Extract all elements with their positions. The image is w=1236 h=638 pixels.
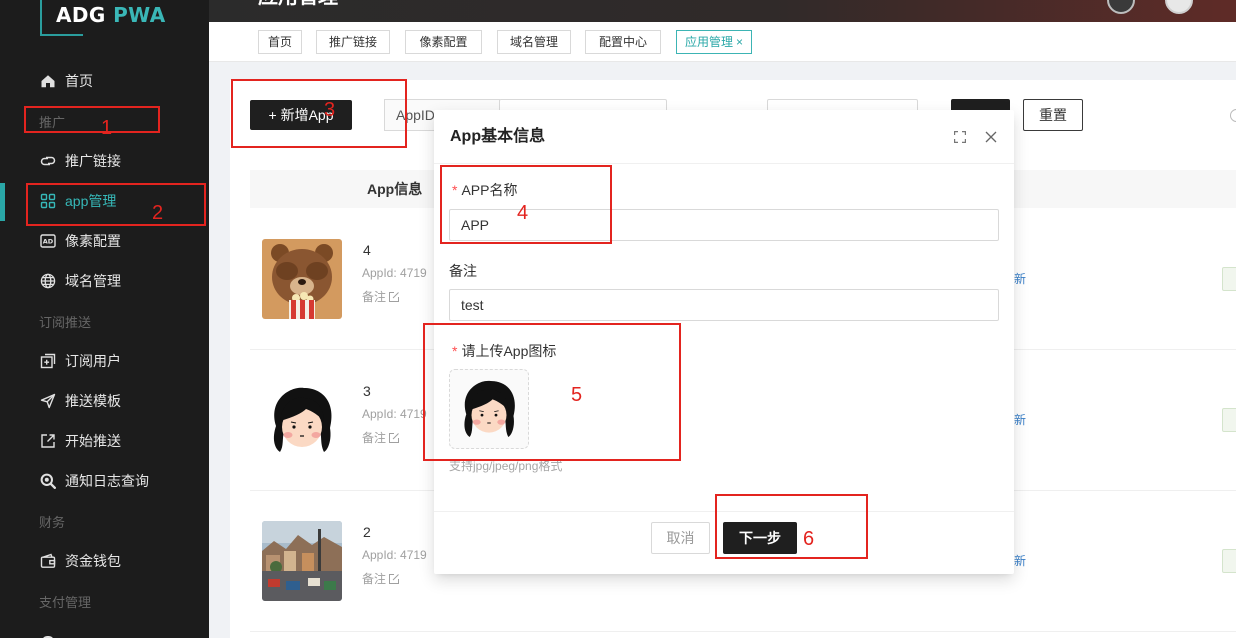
open-external-icon [40,433,56,449]
annotation-number-4: 4 [517,202,529,224]
sidebar-section-subscription: 订阅推送 [39,314,92,330]
add-square-icon [40,353,56,369]
app-remark[interactable]: 备注 [362,289,400,305]
sidebar-item-label: 通知日志查询 [65,473,149,489]
globe-icon [40,273,56,289]
edit-icon[interactable] [388,291,400,303]
home-icon [40,73,56,89]
sidebar-item-partial[interactable] [0,621,209,638]
sidebar-item-subscribers[interactable]: 订阅用户 [0,341,209,381]
annotation-box-1 [24,106,160,133]
avatar[interactable] [1165,0,1193,14]
svg-text:AD: AD [43,238,54,246]
annotation-box-2 [26,183,206,226]
sidebar-item-label: 开始推送 [65,433,121,449]
sidebar-item-wallet[interactable]: 资金钱包 [0,541,209,581]
status-tag [1222,549,1236,573]
remark-field-label: 备注 [449,263,477,279]
tab-config-center[interactable]: 配置中心 [585,30,661,54]
remark-label: 备注 [362,431,387,445]
tab-label: 应用管理 [684,35,733,49]
sidebar-item-label: 资金钱包 [65,553,121,569]
logo-part-adg: ADG [56,3,106,27]
edit-icon[interactable] [388,432,400,444]
sidebar-item-push-templates[interactable]: 推送模板 [0,381,209,421]
link-icon [40,153,56,169]
logo-part-pwa: PWA [113,3,166,27]
tab-app-management[interactable]: 应用管理 × [676,30,752,54]
edit-icon[interactable] [388,573,400,585]
fullscreen-icon[interactable] [954,131,966,143]
send-icon [40,393,56,409]
wallet-icon [40,553,56,569]
sidebar-section-finance: 财务 [39,514,66,530]
app-remark[interactable]: 备注 [362,430,400,446]
column-app-info: App信息 [367,181,423,197]
update-link[interactable]: 新 [1014,271,1026,287]
annotation-number-3: 3 [324,99,336,121]
remark-field[interactable] [449,289,999,321]
sidebar-item-label: 推送模板 [65,393,121,409]
sidebar-item-start-push[interactable]: 开始推送 [0,421,209,461]
sidebar-item-label: 推广链接 [65,153,121,169]
top-header: 应用管理 [209,0,1236,22]
annotation-number-5: 5 [571,384,583,406]
cancel-button[interactable]: 取消 [651,522,710,554]
update-link[interactable]: 新 [1014,553,1026,569]
header-search-icon[interactable] [1107,0,1135,14]
refresh-icon[interactable] [1230,109,1236,122]
tab-pixel-config[interactable]: 像素配置 [405,30,482,54]
app-icon-girl [262,380,342,460]
tab-close-icon[interactable]: × [736,35,743,49]
status-tag [1222,408,1236,432]
tab-promo-links[interactable]: 推广链接 [316,30,390,54]
sidebar-item-label: 首页 [65,73,93,89]
app-name: 2 [363,524,371,540]
sidebar-item-pixel-config[interactable]: AD 像素配置 [0,221,209,261]
partial-menu-icon [40,633,56,638]
modal-header-divider [434,163,1014,164]
sidebar: ADG PWA 首页 推广 推广链接 app管理 AD 像素配置 域名管理 订阅… [0,0,209,638]
app-id: AppId: 4719 [362,407,427,421]
app-id: AppId: 4719 [362,548,427,562]
annotation-box-6 [715,494,868,559]
app-icon-bear [262,239,342,319]
app-id: AppId: 4719 [362,266,427,280]
sidebar-section-payment: 支付管理 [39,594,92,610]
annotation-number-2: 2 [152,202,164,224]
remark-label: 备注 [362,572,387,586]
sidebar-item-promo-links[interactable]: 推广链接 [0,141,209,181]
tab-bar: 首页 推广链接 像素配置 域名管理 配置中心 应用管理 × [209,22,1236,62]
page-title: 应用管理 [258,0,338,9]
annotation-box-5 [423,323,681,461]
close-icon[interactable] [985,131,997,143]
ad-icon: AD [40,233,56,249]
app-remark[interactable]: 备注 [362,571,400,587]
sidebar-item-home[interactable]: 首页 [0,61,209,101]
annotation-number-6: 6 [803,528,815,550]
logo[interactable]: ADG PWA [56,3,166,27]
sidebar-item-label: 像素配置 [65,233,121,249]
annotation-box-3 [231,79,407,148]
update-link[interactable]: 新 [1014,412,1026,428]
sidebar-item-label: 订阅用户 [65,353,121,369]
sidebar-item-domain-management[interactable]: 域名管理 [0,261,209,301]
tab-home[interactable]: 首页 [258,30,302,54]
app-name: 3 [363,383,371,399]
sidebar-item-notification-logs[interactable]: 通知日志查询 [0,461,209,501]
annotation-number-1: 1 [101,117,113,139]
app-name: 4 [363,242,371,258]
status-tag [1222,267,1236,291]
tab-domain-management[interactable]: 域名管理 [497,30,571,54]
app-icon-street [262,521,342,601]
remark-label: 备注 [362,290,387,304]
sidebar-item-label: 域名管理 [65,273,121,289]
reset-button[interactable]: 重置 [1023,99,1083,131]
modal-title: App基本信息 [450,128,546,145]
zoom-search-icon [40,473,56,489]
